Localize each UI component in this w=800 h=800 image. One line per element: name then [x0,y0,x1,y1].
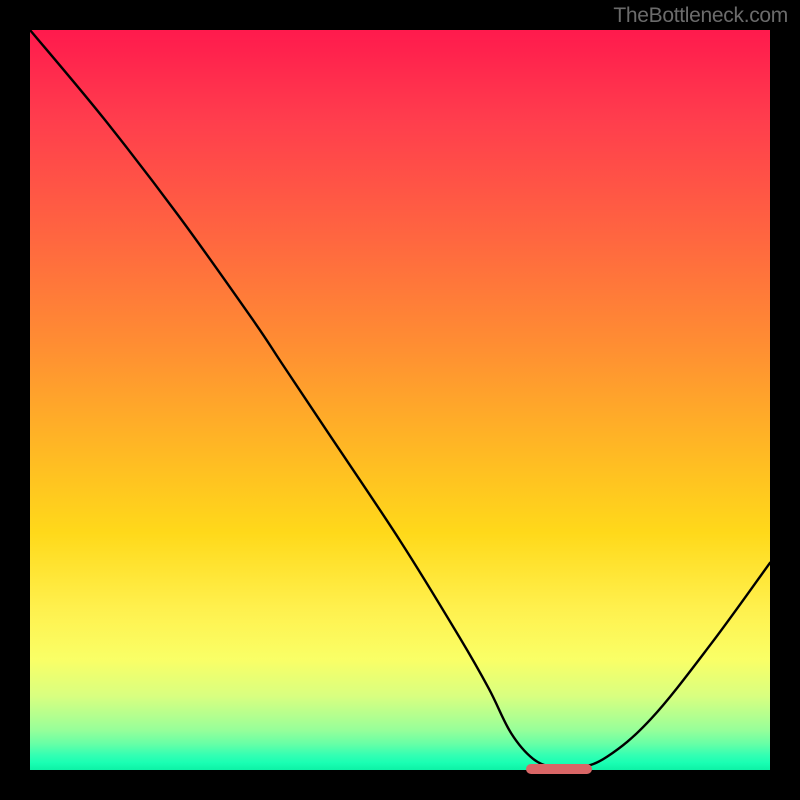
chart-curve-svg [30,30,770,770]
bottleneck-curve [30,30,770,769]
watermark-text: TheBottleneck.com [613,4,788,28]
chart-frame: TheBottleneck.com [0,0,800,800]
optimal-range-marker [526,764,593,774]
chart-plot-area [30,30,770,770]
